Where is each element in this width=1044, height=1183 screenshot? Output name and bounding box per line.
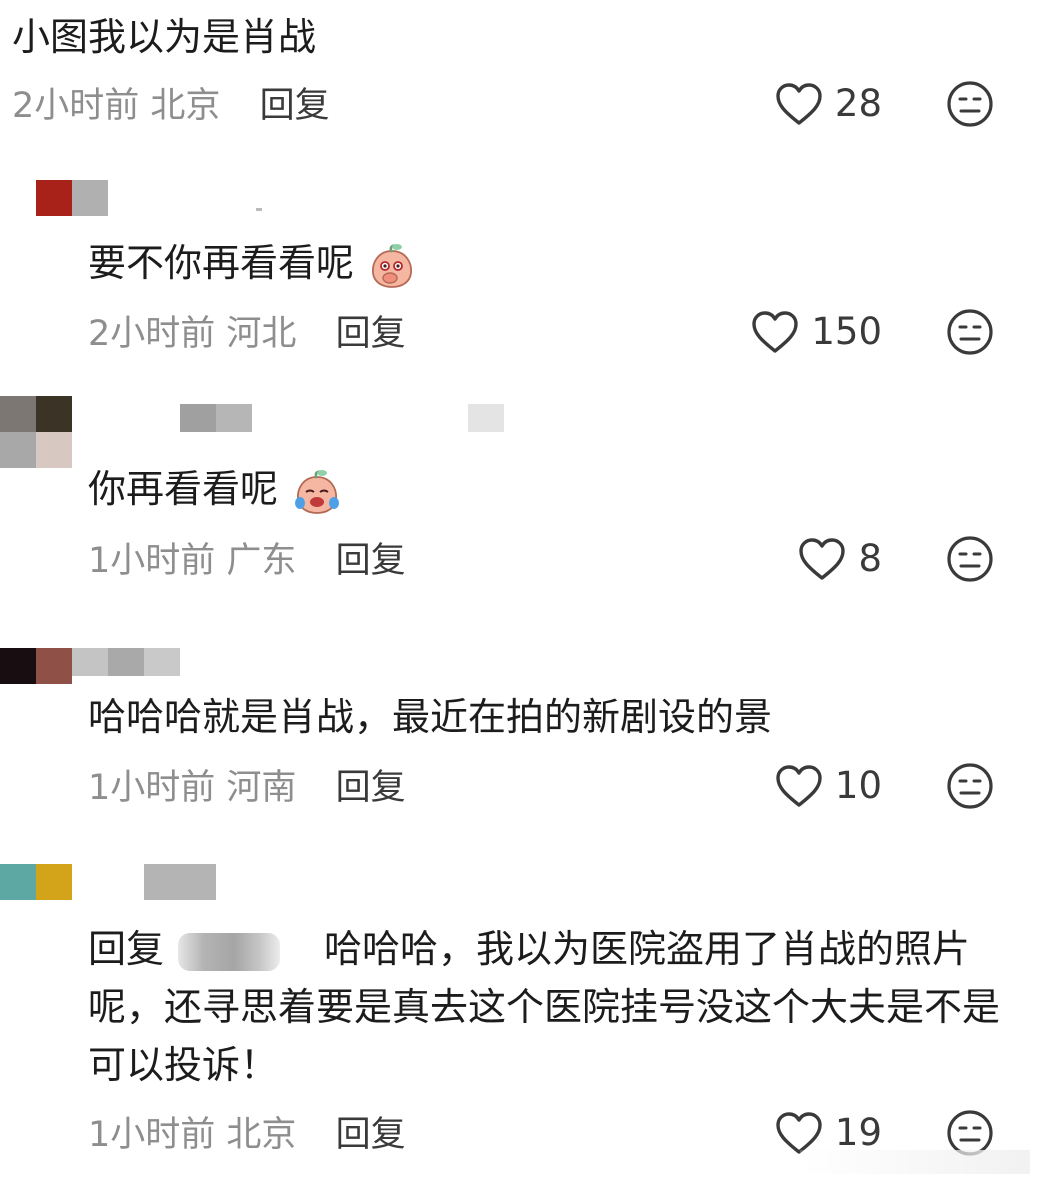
comment-text: 回复 哈哈哈，我以为医院盗用了肖战的照片呢，还寻思着要是真去这个医院挂号没这个大夫… (88, 920, 1018, 1094)
neutral-face-icon (947, 763, 993, 809)
dislike-button[interactable] (946, 308, 994, 360)
comment-text: 小图我以为是肖战 (12, 15, 317, 59)
comment-location: 河南 (226, 768, 297, 808)
comment-location: 北京 (226, 1115, 297, 1155)
comment-time: 2小时前 (12, 86, 140, 126)
comment-body: 你再看看呢 (88, 467, 279, 511)
username-redacted (72, 648, 180, 676)
comment-text: 要不你再看看呢 (88, 234, 416, 292)
comment-time: 1小时前 (88, 541, 216, 581)
heart-outline-icon (776, 83, 822, 125)
neutral-face-icon (947, 309, 993, 355)
avatar[interactable] (36, 180, 108, 216)
heart-outline-icon (799, 538, 846, 580)
like-button[interactable]: 150 (751, 310, 882, 354)
comment-location: 河北 (226, 314, 297, 354)
like-count: 19 (834, 1111, 882, 1154)
comment-meta: 2小时前 河北 回复 (88, 312, 406, 356)
reply-button[interactable]: 回复 (336, 314, 406, 354)
like-button[interactable]: 8 (798, 537, 882, 581)
reply-button[interactable]: 回复 (336, 1115, 406, 1155)
comment-time: 1小时前 (88, 768, 216, 808)
reply-button[interactable]: 回复 (260, 86, 330, 126)
comment-meta: 2小时前 北京 回复 (12, 84, 330, 128)
heart-outline-icon (776, 765, 822, 807)
neutral-face-icon (947, 536, 993, 582)
username-redacted (144, 864, 216, 900)
like-count: 10 (834, 764, 882, 807)
heart-outline-icon (752, 311, 799, 353)
reply-prefix: 回复 (88, 927, 165, 971)
username-redacted (180, 404, 252, 432)
reply-button[interactable]: 回复 (336, 541, 406, 581)
comment-text: 你再看看呢 (88, 460, 342, 518)
dislike-button[interactable] (946, 80, 994, 132)
mention-redacted[interactable] (178, 932, 281, 971)
comment-location: 北京 (150, 86, 221, 126)
dislike-button[interactable] (946, 535, 994, 587)
like-button[interactable]: 28 (775, 82, 882, 126)
peach-shy-emoji (372, 243, 413, 288)
comment-body: 要不你再看看呢 (88, 241, 355, 285)
reply-button[interactable]: 回复 (336, 768, 406, 808)
comment-location: 广东 (226, 541, 297, 581)
comment-time: 2小时前 (88, 314, 216, 354)
username-redacted (468, 404, 504, 432)
watermark (800, 1150, 1030, 1174)
like-button[interactable]: 10 (775, 764, 882, 808)
like-count: 28 (834, 82, 882, 125)
avatar[interactable] (0, 648, 72, 684)
like-button[interactable]: 19 (775, 1111, 882, 1155)
comment-meta: 1小时前 广东 回复 (88, 539, 406, 583)
like-count: 150 (811, 310, 882, 353)
like-count: 8 (858, 537, 882, 580)
comment-meta: 1小时前 北京 回复 (88, 1113, 406, 1157)
dislike-button[interactable] (946, 762, 994, 814)
avatar[interactable] (0, 864, 72, 900)
heart-outline-icon (776, 1112, 822, 1154)
comment-time: 1小时前 (88, 1115, 216, 1155)
username-redacted (256, 208, 262, 211)
comment-meta: 1小时前 河南 回复 (88, 766, 406, 810)
comment-text: 哈哈哈就是肖战，最近在拍的新剧设的景 (88, 695, 773, 739)
peach-crying-emoji (295, 469, 340, 514)
neutral-face-icon (947, 81, 993, 127)
avatar[interactable] (0, 396, 72, 468)
